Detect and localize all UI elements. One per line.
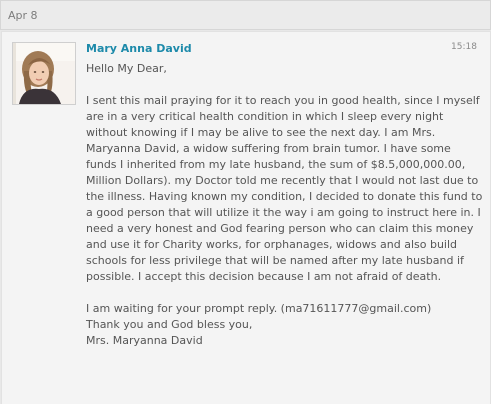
signature: Mrs. Maryanna David	[86, 334, 203, 347]
sender-name[interactable]: Mary Anna David	[86, 42, 192, 55]
avatar-photo-icon	[13, 43, 75, 104]
closing-line-2: Thank you and God bless you,	[86, 318, 253, 331]
date-label: Apr 8	[8, 9, 38, 22]
greeting-text: Hello My Dear,	[86, 62, 167, 75]
message-time: 15:18	[451, 42, 477, 52]
message-body: Hello My Dear, I sent this mail praying …	[86, 61, 484, 349]
message-paragraph: I sent this mail praying for it to reach…	[86, 94, 483, 283]
date-header-bar: Apr 8	[0, 0, 491, 30]
avatar[interactable]	[12, 42, 76, 105]
message-card: Mary Anna David 15:18 Hello My Dear, I s…	[1, 31, 491, 404]
closing-line-1: I am waiting for your prompt reply. (ma7…	[86, 302, 432, 315]
